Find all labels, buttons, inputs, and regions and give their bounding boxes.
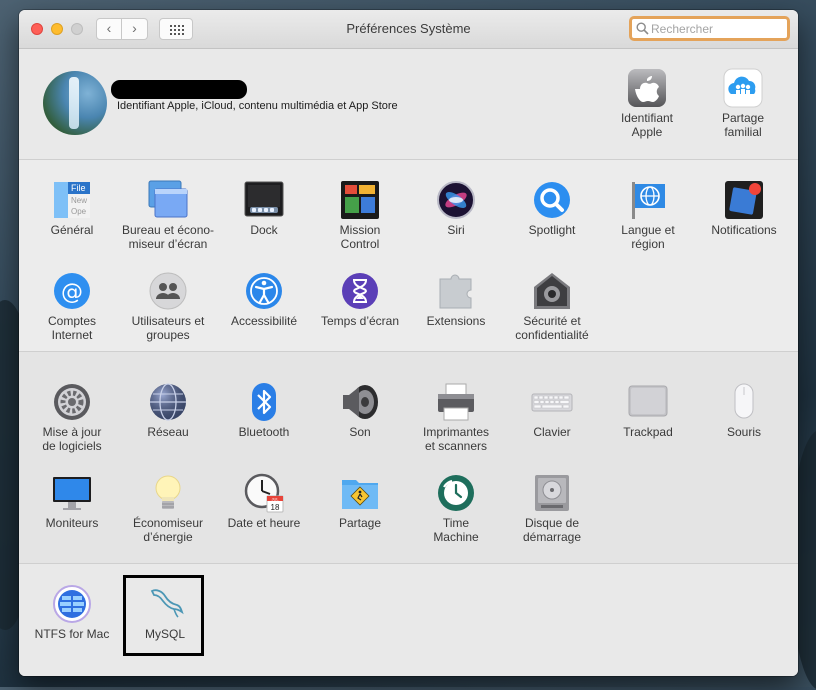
pane-label: Disque de démarrage: [522, 516, 582, 544]
date-time-icon: JUL 18: [243, 472, 285, 514]
pane-label: Accessibilité: [230, 314, 298, 328]
pane-label: Siri: [447, 223, 465, 237]
zoom-button[interactable]: [71, 23, 83, 35]
pane-label: Général: [50, 223, 94, 237]
pane-label: Date et heure: [227, 516, 301, 530]
security-privacy-icon: [531, 270, 573, 312]
keyboard-icon: [531, 381, 573, 423]
time-machine-icon: [435, 472, 477, 514]
pane-label: Moniteurs: [45, 516, 99, 530]
screen-time-icon: [339, 270, 381, 312]
desktop-screensaver-icon: [147, 179, 189, 221]
pane-label: Temps d’écran: [320, 314, 400, 328]
users-groups-icon: [147, 270, 189, 312]
pane-label: Dock: [250, 223, 278, 237]
pane-label: Comptes Internet: [47, 314, 97, 342]
ntfs-for-mac-icon: [51, 583, 93, 625]
spotlight-icon: [531, 179, 573, 221]
pane-label: Extensions: [426, 314, 486, 328]
pane-label: Mise à jour de logiciels: [42, 425, 102, 453]
dock-icon: [243, 179, 285, 221]
pane-label: Partage: [338, 516, 382, 530]
sound-icon: [339, 381, 381, 423]
pane-label: Spotlight: [528, 223, 576, 237]
extensions-icon: [435, 270, 477, 312]
svg-text:18: 18: [271, 503, 280, 512]
avatar[interactable]: [43, 71, 107, 135]
pane-label: Time Machine: [433, 516, 479, 544]
search-field[interactable]: [629, 16, 790, 41]
search-icon: [636, 22, 649, 35]
pane-label: Trackpad: [623, 425, 673, 439]
displays-icon: [51, 472, 93, 514]
svg-text:New: New: [71, 196, 87, 205]
bluetooth-icon: [243, 381, 285, 423]
forward-button[interactable]: ›: [122, 18, 148, 40]
redacted-user-name: [111, 80, 247, 99]
pane-label: Utilisateurs et groupes: [131, 314, 205, 342]
system-preferences-window: ‹ › Préférences Système Identifiant Appl…: [19, 10, 798, 676]
language-region-icon: [627, 179, 669, 221]
sharing-icon: [339, 472, 381, 514]
pane-label: Bureau et écono- miseur d’écran: [121, 223, 215, 251]
mission-control-icon: [339, 179, 381, 221]
back-button[interactable]: ‹: [96, 18, 122, 40]
close-button[interactable]: [31, 23, 43, 35]
svg-text:Ope: Ope: [71, 207, 87, 216]
pane-label: Bluetooth: [238, 425, 290, 439]
accessibility-icon: [243, 270, 285, 312]
search-input[interactable]: [651, 20, 781, 37]
highlight-box: [123, 575, 204, 656]
pane-label: Réseau: [147, 425, 189, 439]
pane-label: Partage familial: [721, 111, 765, 139]
pane-label: Son: [349, 425, 371, 439]
apple-id-icon: [626, 67, 668, 109]
siri-icon: [435, 179, 477, 221]
pane-label: Langue et région: [621, 223, 675, 251]
svg-text:@: @: [61, 280, 83, 305]
startup-disk-icon: [531, 472, 573, 514]
notifications-icon: [723, 179, 765, 221]
printers-scanners-icon: [435, 381, 477, 423]
svg-text:JUL: JUL: [271, 497, 279, 502]
pane-label: Mission Control: [339, 223, 381, 251]
svg-text:File: File: [71, 183, 86, 193]
pane-label: Clavier: [533, 425, 571, 439]
show-all-grid-button[interactable]: [159, 18, 193, 40]
trackpad-icon: [627, 381, 669, 423]
general-icon: File New Ope: [51, 179, 93, 221]
software-update-icon: [51, 381, 93, 423]
family-sharing-icon: [722, 67, 764, 109]
minimize-button[interactable]: [51, 23, 63, 35]
pane-label: Imprimantes et scanners: [422, 425, 490, 453]
pane-label: Économiseur d’énergie: [132, 516, 204, 544]
pane-label: Identifiant Apple: [620, 111, 674, 139]
pane-label: NTFS for Mac: [34, 627, 110, 641]
energy-saver-icon: [147, 472, 189, 514]
title-bar: ‹ › Préférences Système: [19, 10, 798, 49]
apple-id-description[interactable]: Identifiant Apple, iCloud, contenu multi…: [117, 100, 398, 112]
internet-accounts-icon: @: [51, 270, 93, 312]
mouse-icon: [723, 381, 765, 423]
pane-label: Sécurité et confidentialité: [515, 314, 589, 342]
network-icon: [147, 381, 189, 423]
pane-label: Souris: [726, 425, 761, 439]
pane-label: Notifications: [711, 223, 777, 237]
